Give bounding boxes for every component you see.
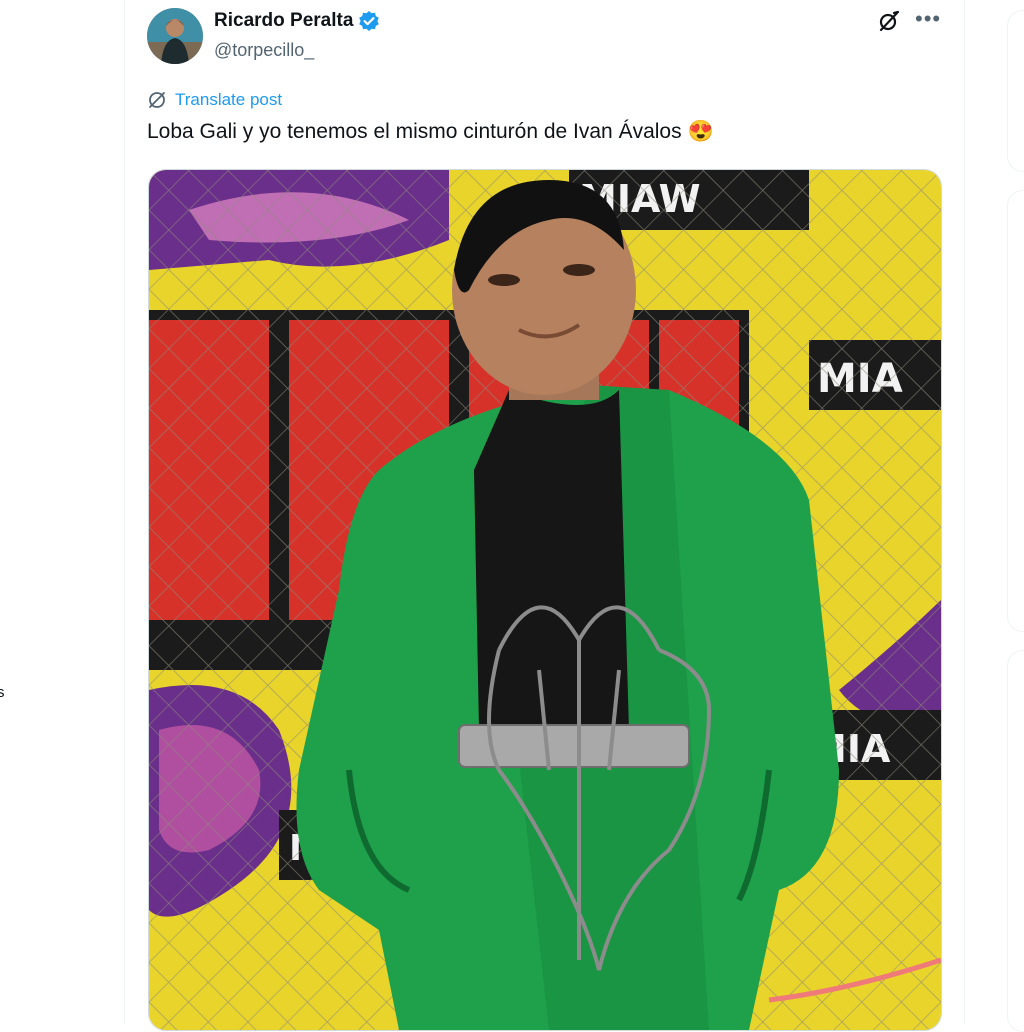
post-media-photo[interactable]: MIAW MIA MIA MIA — [148, 169, 942, 1031]
translate-icon — [149, 92, 165, 108]
sidebar-panel — [1007, 190, 1024, 632]
post-article: Ricardo Peralta @torpecillo_ ••• Transla… — [125, 0, 963, 1031]
black-turtleneck — [474, 390, 629, 730]
author-display-name[interactable]: Ricardo Peralta — [214, 10, 353, 32]
right-column — [964, 0, 1024, 1032]
translate-post-link[interactable]: Translate post — [147, 90, 282, 110]
verified-badge-icon — [359, 11, 380, 31]
post-text: Loba Gali y yo tenemos el mismo cinturón… — [147, 120, 714, 144]
heart-eyes-emoji: 😍 — [687, 120, 714, 143]
post-photo: MIAW MIA MIA MIA — [149, 170, 941, 1030]
post-text-body: Loba Gali y yo tenemos el mismo cinturón… — [147, 120, 682, 143]
author-handle[interactable]: @torpecillo_ — [214, 40, 314, 61]
avatar[interactable] — [147, 8, 203, 64]
more-options-icon[interactable]: ••• — [915, 6, 941, 32]
translate-post-label: Translate post — [175, 90, 283, 109]
sidebar-panel — [1007, 650, 1024, 1032]
left-column: s — [0, 0, 125, 1024]
sidebar-panel — [1007, 10, 1024, 172]
author-name-row: Ricardo Peralta — [214, 10, 380, 32]
clipped-text: s — [0, 684, 5, 701]
grok-icon[interactable] — [877, 9, 901, 33]
